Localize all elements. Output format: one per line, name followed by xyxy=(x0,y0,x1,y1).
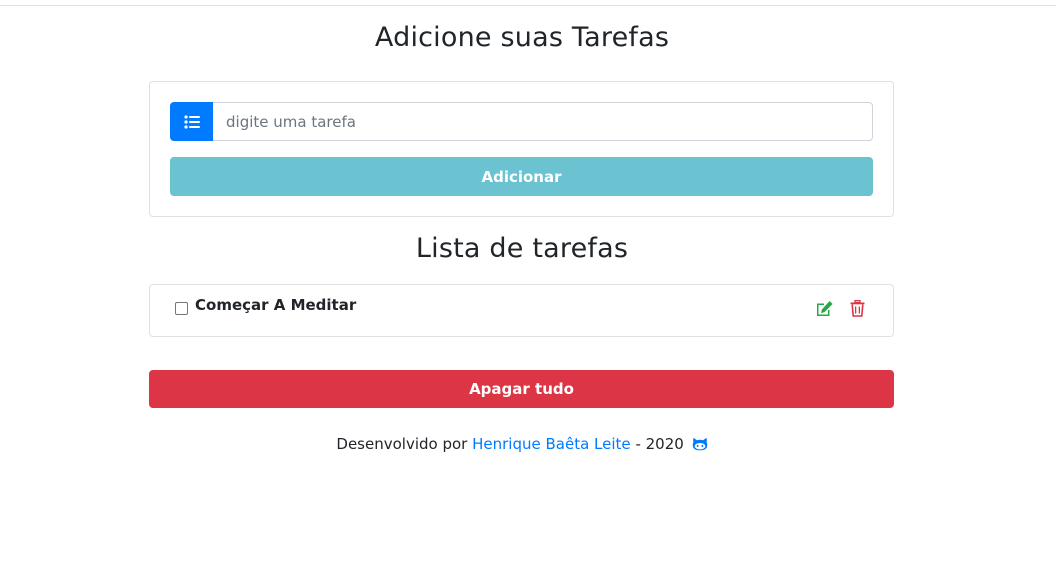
clear-all-button[interactable]: Apagar tudo xyxy=(149,370,894,408)
task-checkbox[interactable] xyxy=(175,302,188,315)
page-title: Adicione suas Tarefas xyxy=(374,22,670,53)
add-task-button[interactable]: Adicionar xyxy=(170,157,873,196)
footer-year: - 2020 xyxy=(635,435,684,453)
author-link[interactable]: Henrique Baêta Leite xyxy=(472,435,631,453)
list-title: Lista de tarefas xyxy=(415,233,629,264)
add-task-card: Adicionar xyxy=(149,81,894,217)
top-divider xyxy=(0,5,1056,6)
trash-icon[interactable] xyxy=(848,299,867,318)
task-label: Começar A Meditar xyxy=(195,296,357,314)
footer-prefix: Desenvolvido por xyxy=(336,435,468,453)
task-actions xyxy=(815,299,867,318)
list-icon xyxy=(170,102,213,141)
edit-icon[interactable] xyxy=(815,299,834,318)
task-input[interactable] xyxy=(213,102,873,141)
task-item: Começar A Meditar xyxy=(149,284,894,337)
github-icon[interactable] xyxy=(692,437,708,455)
task-input-group xyxy=(170,102,873,141)
footer: Desenvolvido por Henrique Baêta Leite - … xyxy=(0,435,1044,455)
